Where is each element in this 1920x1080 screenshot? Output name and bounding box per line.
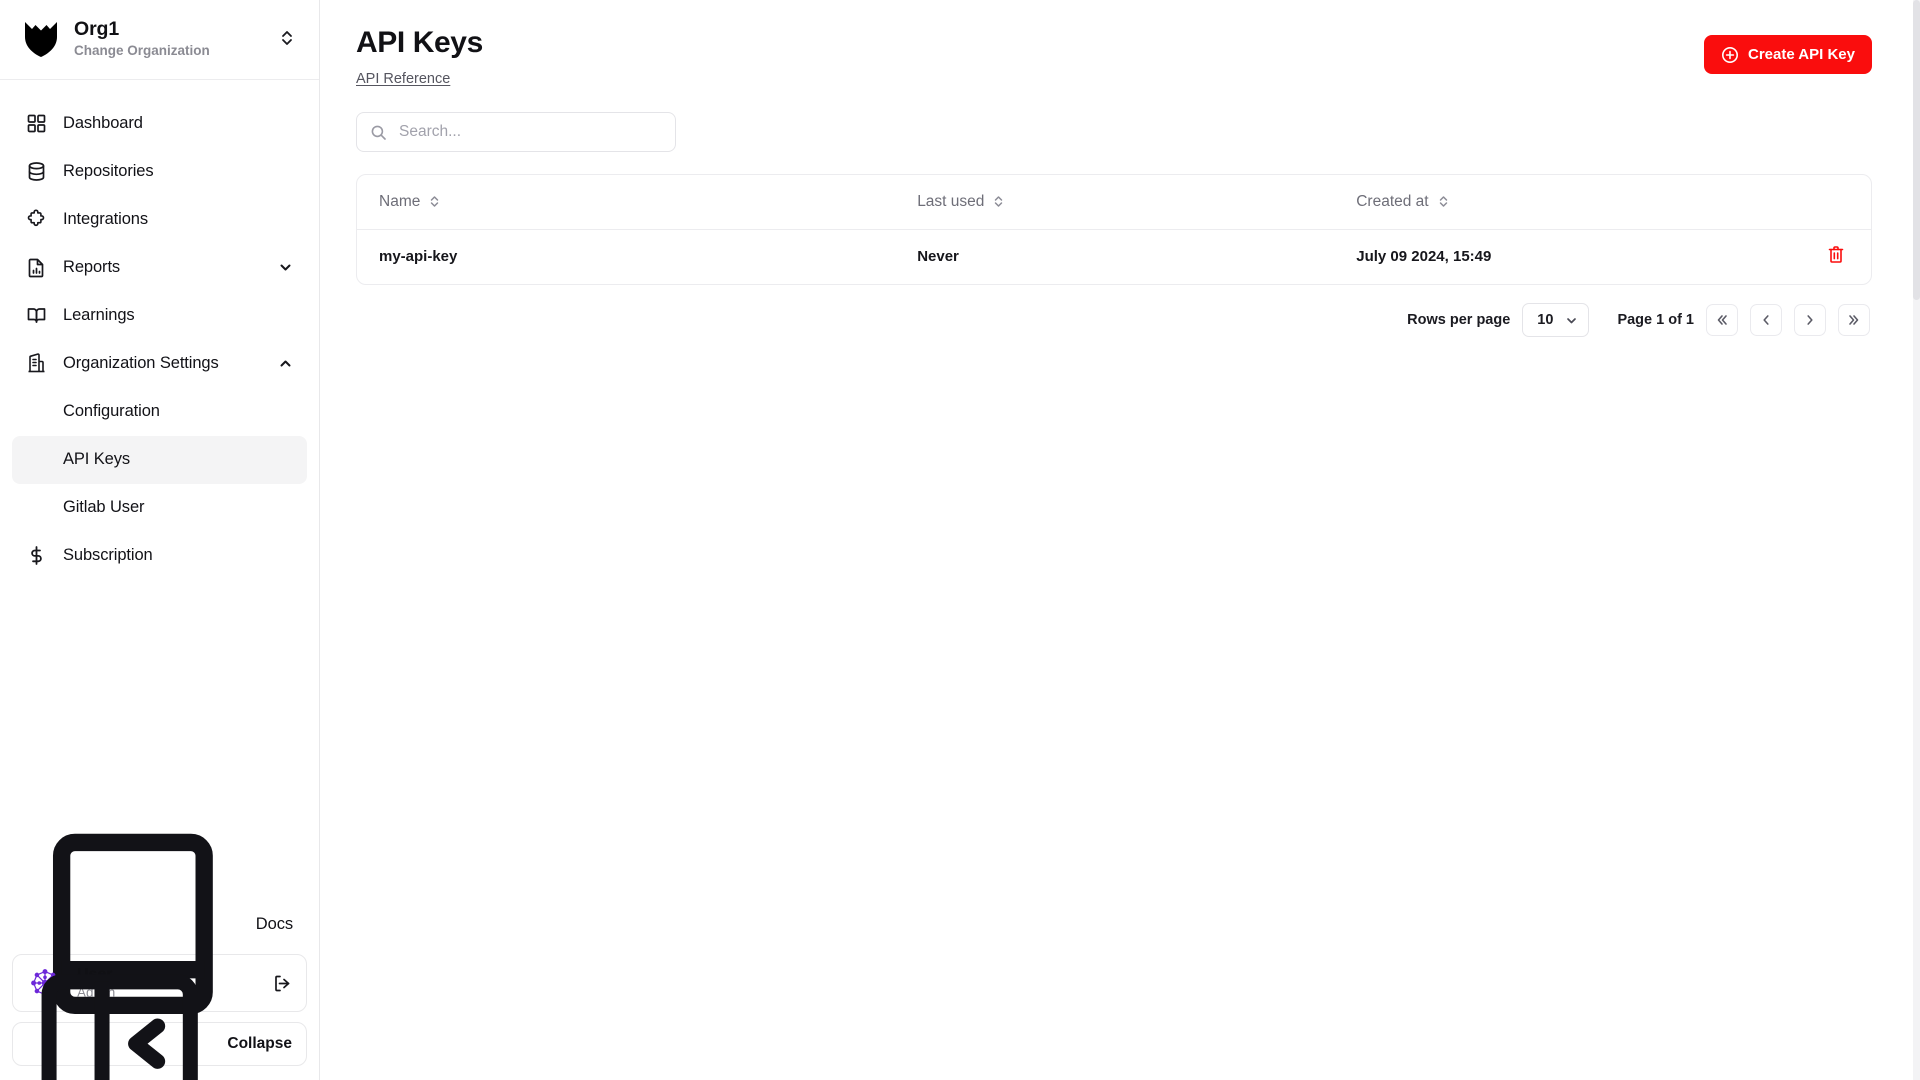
search-area — [356, 112, 1872, 152]
panel-collapse-icon — [41, 974, 198, 1080]
sidebar-item-label: Learnings — [63, 306, 135, 325]
column-header-actions — [1765, 175, 1871, 230]
cell-created-at: July 09 2024, 15:49 — [1356, 248, 1492, 266]
table-row: my-api-key Never July 09 2024, 15:49 — [357, 229, 1871, 284]
sidebar-item-reports[interactable]: Reports — [12, 244, 307, 292]
search-box[interactable] — [356, 112, 676, 152]
sidebar-item-label: Reports — [63, 258, 121, 277]
sidebar-item-gitlab-user[interactable]: Gitlab User — [12, 484, 307, 532]
column-header-created-at[interactable]: Created at — [1356, 175, 1765, 230]
sidebar-subitem-label: Configuration — [63, 402, 160, 421]
cell-actions — [1765, 229, 1871, 284]
sort-icon[interactable] — [992, 194, 1005, 209]
pagination: Rows per page 10 Page 1 of 1 — [356, 303, 1872, 337]
create-api-key-button[interactable]: Create API Key — [1704, 35, 1872, 74]
sidebar-item-label: Subscription — [63, 546, 153, 565]
page-header: API Keys API Reference Create API Key — [356, 26, 1872, 88]
chevrons-left-icon — [1717, 315, 1727, 325]
sidebar-item-label: Integrations — [63, 210, 149, 229]
column-header-name[interactable]: Name — [357, 175, 918, 230]
sidebar-item-api-keys[interactable]: API Keys — [12, 435, 307, 484]
page-scrollbar[interactable] — [1913, 0, 1920, 1080]
page-title: API Keys — [356, 26, 483, 59]
sidebar-footer: Docs User Admin Collapse — [0, 833, 319, 1080]
chevron-up-down-icon — [282, 31, 292, 46]
last-page-button[interactable] — [1838, 304, 1870, 336]
dollar-icon — [31, 546, 42, 566]
chevron-left-icon — [1763, 315, 1769, 325]
page-indicator: Page 1 of 1 — [1617, 312, 1694, 328]
sidebar-item-repositories[interactable]: Repositories — [12, 148, 307, 196]
trash-icon[interactable] — [1827, 245, 1845, 264]
plus-circle-icon — [1722, 46, 1738, 63]
next-page-button[interactable] — [1794, 304, 1826, 336]
search-icon — [371, 125, 386, 140]
search-input[interactable] — [397, 122, 662, 142]
sidebar-item-organization-settings[interactable]: Organization Settings — [12, 340, 307, 388]
sidebar-item-dashboard[interactable]: Dashboard — [12, 100, 307, 148]
sort-icon[interactable] — [1437, 194, 1450, 209]
sidebar-item-integrations[interactable]: Integrations — [12, 196, 307, 244]
org-name: Org1 — [74, 18, 120, 40]
grid-icon — [27, 115, 46, 133]
sidebar-item-label: Repositories — [63, 162, 154, 181]
sidebar-item-configuration[interactable]: Configuration — [12, 388, 307, 436]
create-api-key-label: Create API Key — [1748, 46, 1855, 63]
sidebar-subitem-label: Gitlab User — [63, 498, 145, 517]
sidebar-nav: Dashboard Repositories Integrations Repo… — [0, 80, 319, 900]
table-header-row: Name Last used Created at — [357, 175, 1871, 230]
sidebar-item-label: Organization Settings — [63, 354, 219, 373]
previous-page-button[interactable] — [1750, 304, 1782, 336]
cell-last-used: Never — [917, 248, 959, 266]
rows-per-page-select[interactable]: 10 — [1522, 303, 1590, 337]
sidebar-item-docs[interactable]: Docs — [12, 833, 307, 1015]
sort-icon[interactable] — [428, 194, 441, 209]
first-page-button[interactable] — [1706, 304, 1738, 336]
org-bat-logo-icon — [25, 22, 57, 58]
cell-name: my-api-key — [379, 248, 458, 266]
chevron-up-icon[interactable] — [278, 356, 293, 371]
sidebar-subitem-label: API Keys — [63, 450, 131, 469]
sidebar-item-subscription[interactable]: Subscription — [12, 532, 307, 580]
app-root: Org1 Change Organization Dashboard Repos… — [0, 0, 1920, 1080]
scrollbar-thumb[interactable] — [1913, 0, 1920, 300]
api-reference-link[interactable]: API Reference — [356, 71, 450, 87]
book-open-icon — [27, 308, 46, 324]
api-keys-table: Name Last used Created at my-api-key Nev… — [356, 174, 1872, 285]
sidebar-item-learnings[interactable]: Learnings — [12, 292, 307, 340]
rows-per-page-value: 10 — [1537, 312, 1554, 328]
sidebar-item-label: Dashboard — [63, 114, 143, 133]
column-label: Created at — [1356, 192, 1429, 210]
chevron-down-icon[interactable] — [278, 260, 293, 275]
puzzle-icon — [27, 210, 45, 227]
collapse-sidebar-button[interactable]: Collapse — [12, 974, 307, 1080]
docs-label: Docs — [255, 914, 293, 933]
column-header-last-used[interactable]: Last used — [917, 175, 1357, 230]
database-icon — [28, 162, 45, 182]
column-label: Name — [379, 192, 421, 210]
change-organization-label: Change Organization — [74, 43, 210, 59]
column-label: Last used — [917, 192, 985, 210]
rows-per-page-label: Rows per page — [1407, 312, 1511, 328]
collapse-label: Collapse — [227, 1035, 292, 1052]
org-switcher[interactable]: Org1 Change Organization — [0, 0, 319, 80]
main-content: API Keys API Reference Create API Key Se… — [320, 0, 1920, 1080]
chevron-right-icon — [1807, 315, 1813, 325]
chevrons-right-icon — [1849, 315, 1859, 325]
logout-icon[interactable] — [272, 973, 293, 994]
file-chart-icon — [28, 259, 44, 278]
chevron-down-icon — [1567, 317, 1577, 323]
building-icon — [28, 353, 45, 373]
sidebar: Org1 Change Organization Dashboard Repos… — [0, 0, 320, 1080]
